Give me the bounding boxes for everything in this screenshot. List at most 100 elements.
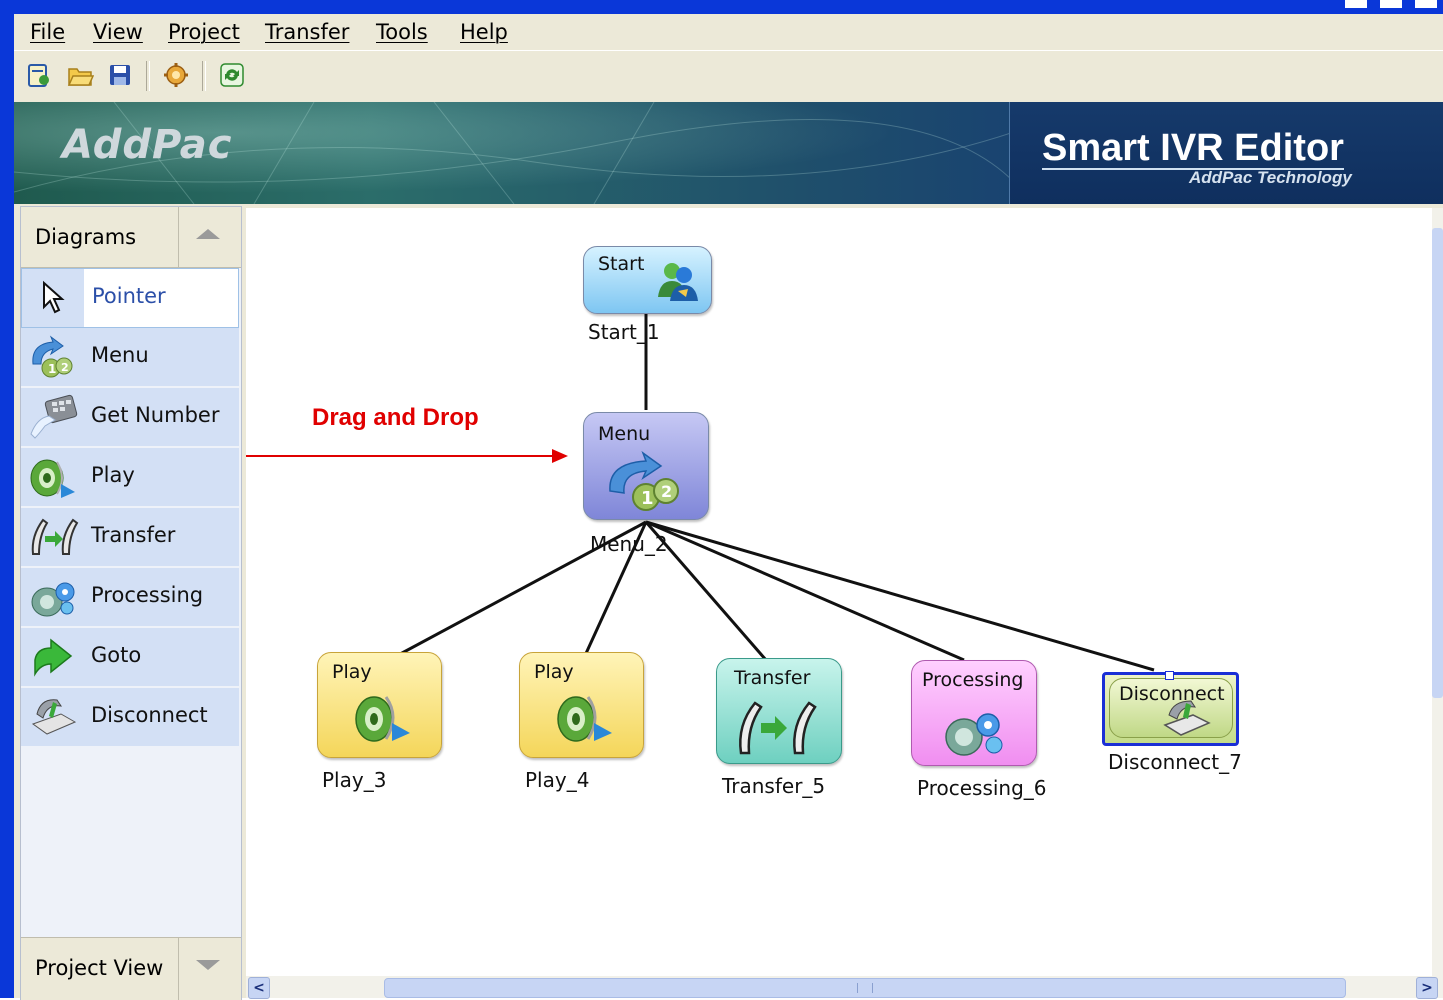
window-frame-left [0,0,14,998]
node-start[interactable]: Start [583,246,712,314]
palette-item-menu[interactable]: 12 Menu [21,328,239,388]
menu-transfer[interactable]: Transfer [265,20,349,44]
palette-item-label: Get Number [91,403,220,427]
disconnect-phone-icon [1161,697,1213,737]
node-caption-processing-6: Processing_6 [917,776,1047,800]
brand-logo: AddPac [62,122,233,168]
speaker-icon [27,454,79,500]
expand-down-icon[interactable] [196,960,220,970]
processing-gear-icon [942,703,1012,759]
diagram-canvas[interactable]: Drag and Drop Start Start_1 Menu 12 Menu… [246,208,1432,976]
app-window: File View Project Transfer Tools Help Ad… [14,14,1443,1000]
menu-tools[interactable]: Tools [376,20,428,44]
close-icon[interactable] [1415,0,1437,8]
palette-item-disconnect[interactable]: Disconnect [21,688,239,748]
palette-header[interactable]: Diagrams [21,207,241,268]
palette-item-label: Goto [91,643,142,667]
horizontal-scrollbar[interactable]: < > [246,976,1443,999]
palette-item-label: Transfer [91,523,176,547]
connector-menu-disconnect7 [645,520,1155,672]
refresh-icon[interactable] [218,61,246,89]
menu-project[interactable]: Project [168,20,240,44]
node-title: Play [332,661,372,683]
node-caption-disconnect-7: Disconnect_7 [1108,750,1242,774]
pointer-arrow-icon [28,275,80,321]
connector-menu-processing6 [645,520,965,662]
palette-item-label: Processing [91,583,204,607]
svg-text:1: 1 [641,488,654,509]
start-users-icon [654,257,702,303]
app-banner: AddPac Smart IVR Editor AddPac Technolog… [14,102,1443,204]
vertical-scrollbar[interactable] [1432,208,1443,976]
new-icon[interactable] [24,61,52,89]
palette-item-play[interactable]: Play [21,448,239,508]
node-title: Transfer [734,667,811,689]
node-caption-play-4: Play_4 [525,768,590,792]
node-caption-start: Start_1 [588,320,660,344]
palette-item-pointer[interactable]: Pointer [21,268,239,328]
palette-item-label: Menu [91,343,149,367]
palette-item-processing[interactable]: Processing [21,568,239,628]
save-icon[interactable] [106,61,134,89]
toolbar-separator [146,61,150,91]
palette-header-label: Diagrams [35,225,137,249]
window-title-bar[interactable] [0,0,1443,14]
collapse-up-icon[interactable] [196,229,220,239]
horizontal-scroll-thumb[interactable] [384,978,1346,998]
drag-and-drop-annotation: Drag and Drop [312,404,479,431]
node-play-4[interactable]: Play [519,652,644,758]
connector-layer [246,314,1155,672]
palette-item-label: Disconnect [91,703,208,727]
node-title: Menu [598,423,651,445]
palette-item-get-number[interactable]: Get Number [21,388,239,448]
node-play-3[interactable]: Play [317,652,442,758]
diagram-palette: Diagrams Pointer 12 Menu Get Number Play… [20,206,242,1000]
node-transfer-5[interactable]: Transfer [716,658,842,764]
menu-help[interactable]: Help [460,20,508,44]
speaker-icon [350,687,414,747]
node-caption-transfer-5: Transfer_5 [722,774,826,798]
speaker-icon [552,687,616,747]
menu-view[interactable]: View [93,20,143,44]
maximize-icon[interactable] [1380,0,1402,8]
drag-arrow-head [552,449,568,463]
palette-item-transfer[interactable]: Transfer [21,508,239,568]
node-caption-play-3: Play_3 [322,768,387,792]
toolbar-separator [202,61,206,91]
node-caption-menu: Menu_2 [590,532,668,556]
svg-text:2: 2 [661,482,672,501]
project-view-label: Project View [35,956,164,980]
scroll-grip-icon [857,983,873,993]
get-number-icon [27,394,79,440]
menu-icon: 12 [27,334,79,380]
menu-file[interactable]: File [30,20,65,44]
disconnect-phone-icon [27,694,79,740]
settings-gear-icon[interactable] [162,61,190,89]
palette-item-label: Play [91,463,135,487]
node-title: Play [534,661,574,683]
toolbar [14,50,1443,103]
product-title: Smart IVR Editor [1042,127,1344,170]
node-menu[interactable]: Menu 12 [583,412,709,520]
project-view-header[interactable]: Project View [21,937,241,1000]
goto-arrow-icon [27,634,79,680]
vertical-scroll-thumb[interactable] [1432,228,1443,698]
scroll-right-icon[interactable]: > [1416,977,1438,999]
svg-text:1: 1 [48,362,56,376]
palette-item-goto[interactable]: Goto [21,628,239,688]
company-name: AddPac Technology [1189,168,1352,187]
menu-bar: File View Project Transfer Tools Help [14,14,1443,50]
processing-gear-icon [27,574,79,620]
transfer-phone-icon [735,697,821,757]
menu-icon: 12 [606,451,686,513]
node-disconnect-7[interactable]: Disconnect [1102,671,1239,746]
selection-handle[interactable] [1165,671,1174,680]
transfer-phone-icon [27,514,79,560]
node-processing-6[interactable]: Processing [911,660,1037,766]
node-title: Processing [922,669,1024,691]
node-title: Start [598,253,645,275]
svg-text:2: 2 [61,361,69,374]
open-folder-icon[interactable] [66,61,94,89]
scroll-left-icon[interactable]: < [248,977,270,999]
minimize-icon[interactable] [1345,0,1367,8]
